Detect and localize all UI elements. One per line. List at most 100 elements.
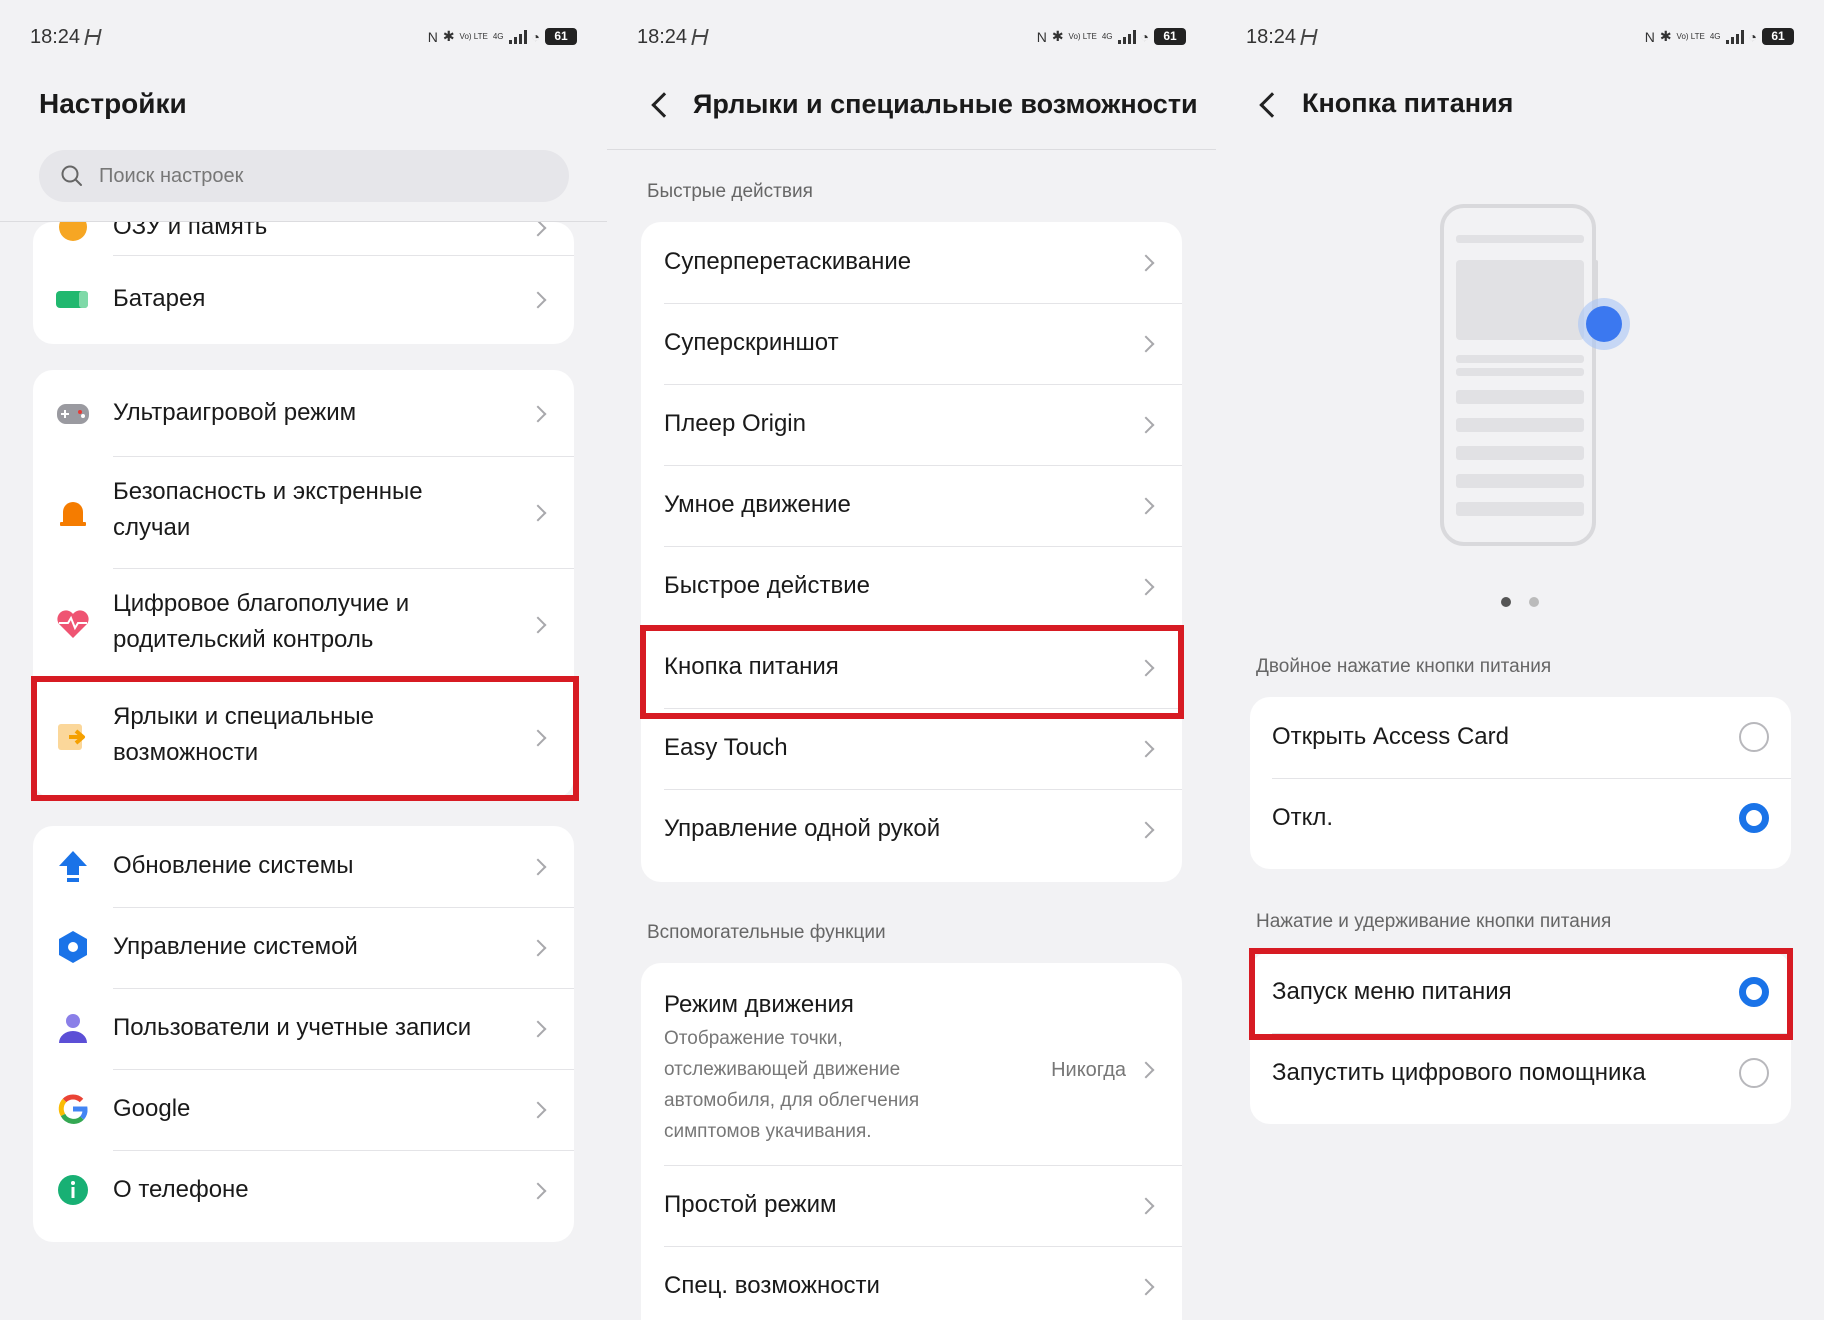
wifi-icon: ◔ (1140, 28, 1149, 45)
list-item-label-line1: Безопасность и экстренные (113, 478, 423, 505)
list-item-game-mode[interactable]: Ультраигровой режим (33, 370, 574, 456)
chevron-right-icon (1137, 1278, 1155, 1296)
volte-label: Vo) LTE (459, 31, 488, 41)
list-item-system-update[interactable]: Обновление системы (33, 826, 574, 907)
back-arrow-icon[interactable] (651, 92, 677, 118)
assist-functions-card: Режим движения Отображение точки, отслеж… (641, 963, 1182, 1320)
back-arrow-icon[interactable] (1259, 92, 1285, 118)
list-item-label: Ультраигровой режим (113, 399, 357, 426)
carousel-dot-active (1501, 597, 1511, 607)
chevron-right-icon (1137, 416, 1155, 434)
page-title: Ярлыки и специальные возможности (693, 89, 1198, 119)
chevron-right-icon (529, 1101, 547, 1119)
list-item-one-hand[interactable]: Управление одной рукой (641, 789, 1182, 870)
search-placeholder: Поиск настроек (99, 165, 244, 187)
list-item-system-management[interactable]: Управление системой (33, 907, 574, 988)
list-item-label-line1: Цифровое благополучие и (113, 590, 410, 617)
option-label: Открыть Access Card (1272, 723, 1509, 750)
list-item-wellbeing[interactable]: Цифровое благополучие и родительский кон… (33, 568, 574, 681)
volte-label: Vo) LTE (1676, 31, 1705, 41)
highlight-box (31, 676, 579, 801)
carousel-dot (1529, 597, 1539, 607)
list-item-label: Пользователи и учетные записи (113, 1014, 472, 1041)
option-access-card[interactable]: Открыть Access Card (1250, 697, 1791, 778)
radio-button-selected[interactable] (1739, 803, 1769, 833)
battery-indicator: 61 (1762, 28, 1794, 45)
list-item-motion-mode[interactable]: Режим движения Отображение точки, отслеж… (641, 963, 1182, 1165)
list-item-label: Батарея (113, 285, 206, 312)
list-item-label-line2: случаи (113, 514, 191, 541)
list-item-quick-action[interactable]: Быстрое действие (641, 546, 1182, 627)
chevron-right-icon (1137, 254, 1155, 272)
status-icons: N ✱ Vo) LTE 4G ◔ 61 (428, 28, 577, 45)
list-item-label: Управление системой (113, 933, 358, 960)
page-title: Настройки (39, 88, 187, 119)
radio-button[interactable] (1739, 722, 1769, 752)
status-icons: N ✱ Vo) LTE 4G ◔ 61 (1037, 28, 1186, 45)
status-bar: 18:24 N ✱ Vo) LTE 4G ◔ 61 (607, 22, 1216, 58)
list-item-label-line2: родительский контроль (113, 626, 374, 653)
battery-icon (55, 281, 91, 317)
chevron-right-icon (529, 405, 547, 423)
highlight-box (640, 625, 1184, 719)
list-item-label: Спец. возможности (664, 1272, 880, 1299)
list-item-label: Обновление системы (113, 852, 354, 879)
memory-icon (55, 222, 91, 245)
user-icon (55, 1010, 91, 1046)
chevron-right-icon (529, 504, 547, 522)
update-arrow-icon (55, 848, 91, 884)
list-item-users[interactable]: Пользователи и учетные записи (33, 988, 574, 1069)
chevron-right-icon (529, 291, 547, 309)
status-time: 18:24 (637, 26, 709, 49)
shortcuts-panel: 18:24 N ✱ Vo) LTE 4G ◔ 61 Ярлыки и специ… (607, 0, 1216, 1320)
search-icon (61, 165, 82, 186)
gamepad-icon (55, 395, 91, 431)
list-item-label: Простой режим (664, 1191, 837, 1218)
list-item-smart-motion[interactable]: Умное движение (641, 465, 1182, 546)
wifi-icon: ◔ (531, 28, 540, 45)
list-item-accessibility[interactable]: Спец. возможности (641, 1246, 1182, 1320)
status-icons: N ✱ Vo) LTE 4G ◔ 61 (1645, 28, 1794, 45)
list-item-label: Управление одной рукой (664, 815, 941, 842)
list-item-label: Умное движение (664, 491, 851, 518)
page-title: Кнопка питания (1302, 88, 1514, 118)
list-item-about-phone[interactable]: О телефоне (33, 1150, 574, 1231)
list-item-battery[interactable]: Батарея (33, 256, 574, 342)
battery-indicator: 61 (1154, 28, 1186, 45)
hexagon-icon (55, 929, 91, 965)
list-item-easy-touch[interactable]: Easy Touch (641, 708, 1182, 789)
bluetooth-icon: ✱ (1051, 28, 1064, 44)
google-icon (55, 1091, 91, 1127)
option-off[interactable]: Откл. (1250, 778, 1791, 859)
info-icon (55, 1172, 91, 1208)
list-item-label: Easy Touch (664, 734, 788, 761)
chevron-right-icon (529, 616, 547, 634)
chevron-right-icon (529, 222, 547, 237)
list-item-google[interactable]: Google (33, 1069, 574, 1150)
list-item-label: Суперскриншот (664, 329, 839, 356)
option-digital-assistant[interactable]: Запустить цифрового помощника (1250, 1033, 1791, 1114)
highlight-box (1249, 948, 1793, 1040)
chevron-right-icon (1137, 740, 1155, 758)
chevron-right-icon (529, 858, 547, 876)
list-item-super-drag[interactable]: Суперперетаскивание (641, 222, 1182, 303)
section-assist-functions: Вспомогательные функции (647, 922, 886, 943)
section-press-and-hold: Нажатие и удерживание кнопки питания (1256, 911, 1612, 932)
settings-panel: 18:24 N ✱ Vo) LTE 4G ◔ 61 Настройки Поис… (0, 0, 607, 1320)
motion-mode-desc-2: отслеживающей движение (664, 1059, 901, 1080)
radio-button[interactable] (1739, 1058, 1769, 1088)
list-item-super-screenshot[interactable]: Суперскриншот (641, 303, 1182, 384)
list-item-origin-player[interactable]: Плеер Origin (641, 384, 1182, 465)
bluetooth-icon: ✱ (442, 28, 455, 44)
list-item-simple-mode[interactable]: Простой режим (641, 1165, 1182, 1246)
battery-indicator: 61 (545, 28, 577, 45)
list-item-label: ОЗУ и память (113, 222, 268, 240)
chevron-right-icon (1137, 335, 1155, 353)
list-item-memory[interactable]: ОЗУ и память (33, 222, 574, 258)
header-divider (607, 149, 1216, 150)
motion-mode-value: Никогда (1051, 1059, 1126, 1081)
chevron-right-icon (529, 939, 547, 957)
list-item-safety[interactable]: Безопасность и экстренные случаи (33, 456, 574, 568)
search-input[interactable]: Поиск настроек (39, 150, 569, 202)
chevron-right-icon (1137, 1197, 1155, 1215)
